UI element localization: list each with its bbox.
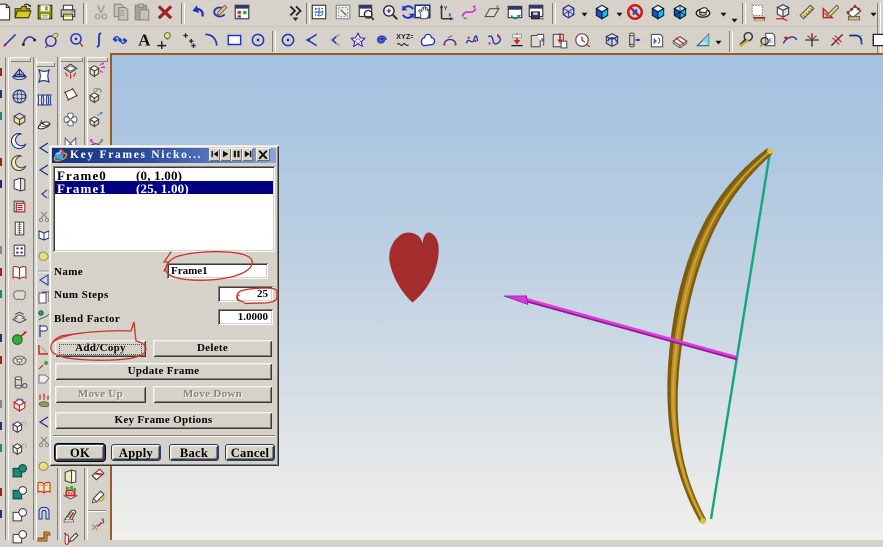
svg-text:x: x	[448, 13, 452, 19]
svg-text:E: E	[769, 37, 774, 44]
svg-text:XYZ=: XYZ=	[396, 32, 413, 41]
svg-text:88: 88	[67, 490, 74, 497]
svg-text:3: 3	[101, 516, 105, 525]
svg-text:Y: Y	[444, 6, 448, 12]
svg-text:A: A	[138, 31, 151, 49]
